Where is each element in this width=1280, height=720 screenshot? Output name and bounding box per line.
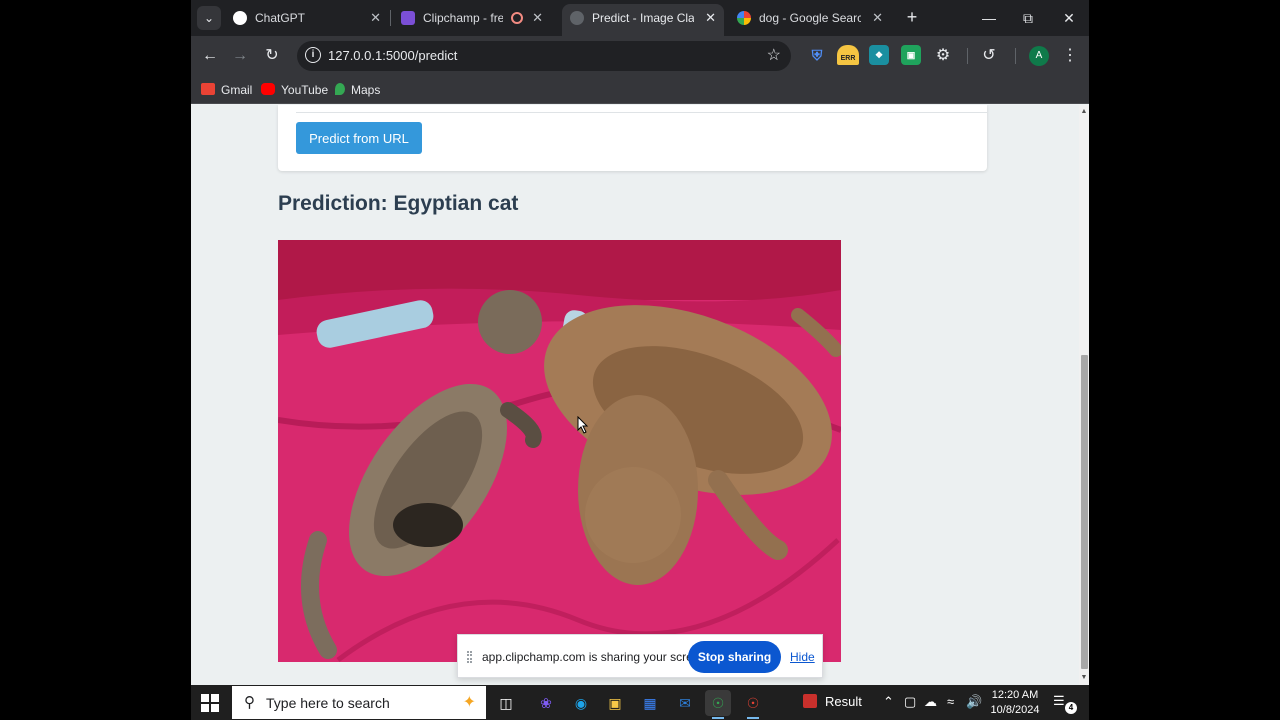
cats-photo	[278, 240, 841, 662]
sparkle-icon: ✦	[462, 694, 476, 711]
tab-chatgpt[interactable]: ChatGPT ✕	[225, 4, 389, 32]
bookmark-maps[interactable]: Maps	[335, 81, 380, 99]
puzzle-tool-extension-icon[interactable]: ❖	[869, 45, 889, 65]
store-icon[interactable]: ▦	[637, 690, 663, 716]
result-app-tray[interactable]: Result	[803, 693, 862, 711]
browser-toolbar: ← → ↻ i 127.0.0.1:5000/predict ☆ ⛨ ERR ❖…	[191, 36, 1089, 76]
history-icon[interactable]: ↺	[977, 44, 1001, 68]
onedrive-icon[interactable]: ☁	[924, 693, 937, 711]
clipchamp-icon	[401, 11, 415, 25]
meet-now-icon[interactable]: ▢	[904, 693, 916, 711]
notification-icon[interactable]: ☰ 4	[1053, 693, 1077, 714]
show-hidden-icons[interactable]: ⌃	[883, 693, 894, 711]
taskbar-search-box[interactable]: ⚲ Type here to search ✦	[232, 686, 486, 719]
search-placeholder: Type here to search	[266, 695, 390, 711]
recording-icon	[511, 12, 523, 24]
tab-search-icon[interactable]: ⌄	[197, 6, 221, 30]
task-view-icon[interactable]: ◫	[493, 690, 519, 716]
clock-date: 10/8/2024	[990, 704, 1040, 716]
chrome-profile-icon[interactable]: ☉	[740, 690, 766, 719]
tab-label: Clipchamp - free v	[423, 11, 503, 25]
tab-predict[interactable]: Predict - Image Classif ✕	[562, 4, 724, 36]
globe-icon	[570, 11, 584, 25]
green-extension-icon[interactable]: ▣	[901, 45, 921, 65]
minimize-icon[interactable]: —	[974, 6, 1004, 30]
profile-initial: A	[1035, 50, 1043, 61]
bookmark-youtube[interactable]: YouTube	[261, 81, 328, 99]
nfl-icon	[803, 694, 817, 708]
maps-icon	[335, 83, 345, 95]
tab-strip: ⌄ ChatGPT ✕ Clipchamp - free v ✕ Predict…	[191, 0, 1089, 36]
share-message: app.clipchamp.com is sharing your screen…	[482, 650, 710, 664]
bookmark-star-icon[interactable]: ☆	[767, 45, 781, 65]
vertical-scrollbar[interactable]: ▲ ▼	[1079, 105, 1089, 685]
tray-label: Result	[825, 694, 862, 709]
close-icon[interactable]: ✕	[370, 4, 381, 32]
close-icon[interactable]: ✕	[705, 4, 716, 32]
clock-time: 12:20 AM	[991, 689, 1039, 701]
bookmark-label: Gmail	[221, 83, 253, 97]
tab-label: dog - Google Search	[759, 11, 861, 25]
chatgpt-icon	[233, 11, 247, 25]
url-text[interactable]: 127.0.0.1:5000/predict	[328, 48, 457, 63]
google-icon	[737, 11, 751, 25]
bookmark-gmail[interactable]: Gmail	[201, 81, 252, 99]
tab-clipchamp[interactable]: Clipchamp - free v ✕	[393, 4, 551, 32]
url-form-card: Predict from URL	[278, 105, 987, 171]
extensions-icon[interactable]: ⚙	[931, 44, 955, 68]
back-icon[interactable]: ←	[198, 44, 222, 68]
bookmark-label: YouTube	[281, 83, 329, 97]
youtube-icon	[261, 83, 275, 95]
error-extension-icon[interactable]: ERR	[837, 45, 859, 65]
tab-divider	[390, 10, 391, 26]
tab-google-search[interactable]: dog - Google Search ✕	[729, 4, 891, 32]
bookmark-label: Maps	[351, 83, 381, 97]
close-icon[interactable]: ✕	[532, 4, 543, 32]
browser-window: ⌄ ChatGPT ✕ Clipchamp - free v ✕ Predict…	[191, 0, 1089, 720]
stop-sharing-button[interactable]: Stop sharing	[688, 641, 781, 673]
forward-icon[interactable]: →	[228, 44, 252, 68]
close-window-icon[interactable]: ✕	[1054, 6, 1084, 30]
hide-link[interactable]: Hide	[790, 650, 815, 664]
bookmarks-bar: Gmail YouTube Maps	[191, 76, 1089, 104]
mail-icon[interactable]: ✉	[672, 690, 698, 716]
chrome-icon[interactable]: ☉	[705, 690, 731, 719]
site-info-icon[interactable]: i	[305, 47, 321, 63]
notification-count: 4	[1065, 702, 1077, 714]
restore-icon[interactable]: ⧉	[1013, 6, 1043, 30]
reload-icon[interactable]: ↻	[260, 44, 284, 68]
mouse-cursor-icon	[577, 416, 589, 434]
tab-label: ChatGPT	[255, 11, 306, 25]
prediction-image	[278, 240, 841, 662]
file-explorer-icon[interactable]: ▣	[602, 690, 628, 716]
new-tab-button[interactable]: +	[901, 7, 923, 29]
shield-extension-icon[interactable]: ⛨	[807, 45, 827, 65]
gmail-icon	[201, 83, 215, 95]
page-content: Predict from URL Prediction: Egyptian ca…	[191, 105, 1079, 685]
scroll-up-icon[interactable]: ▲	[1079, 107, 1089, 117]
scroll-down-icon[interactable]: ▼	[1079, 673, 1089, 683]
toolbar-divider	[1015, 48, 1016, 64]
edge-icon[interactable]: ◉	[568, 690, 594, 716]
search-icon: ⚲	[244, 694, 255, 711]
taskbar-clock[interactable]: 12:20 AM 10/8/2024	[987, 688, 1043, 718]
address-bar[interactable]: i 127.0.0.1:5000/predict ☆	[297, 41, 791, 71]
predict-from-url-button[interactable]: Predict from URL	[296, 122, 422, 154]
tab-label: Predict - Image Classif	[592, 11, 694, 25]
prediction-title: Prediction: Egyptian cat	[278, 192, 519, 215]
volume-icon[interactable]: 🔊	[966, 693, 982, 711]
wifi-icon[interactable]: ≈	[947, 693, 954, 711]
scrollbar-thumb[interactable]	[1081, 355, 1088, 669]
drag-handle-icon[interactable]	[467, 651, 472, 663]
url-input-edge[interactable]	[296, 112, 987, 113]
toolbar-divider	[967, 48, 968, 64]
profile-avatar[interactable]: A	[1029, 46, 1049, 66]
extension-badge: ERR	[840, 55, 856, 62]
windows-start-icon[interactable]	[201, 694, 219, 712]
close-icon[interactable]: ✕	[872, 4, 883, 32]
copilot-icon[interactable]: ❀	[533, 690, 559, 716]
screen-share-bar: app.clipchamp.com is sharing your screen…	[457, 634, 823, 678]
windows-taskbar: ⚲ Type here to search ✦ ◫ ❀ ◉ ▣ ▦ ✉ ☉ ☉ …	[191, 685, 1089, 720]
menu-kebab-icon[interactable]: ⋮	[1058, 44, 1082, 68]
